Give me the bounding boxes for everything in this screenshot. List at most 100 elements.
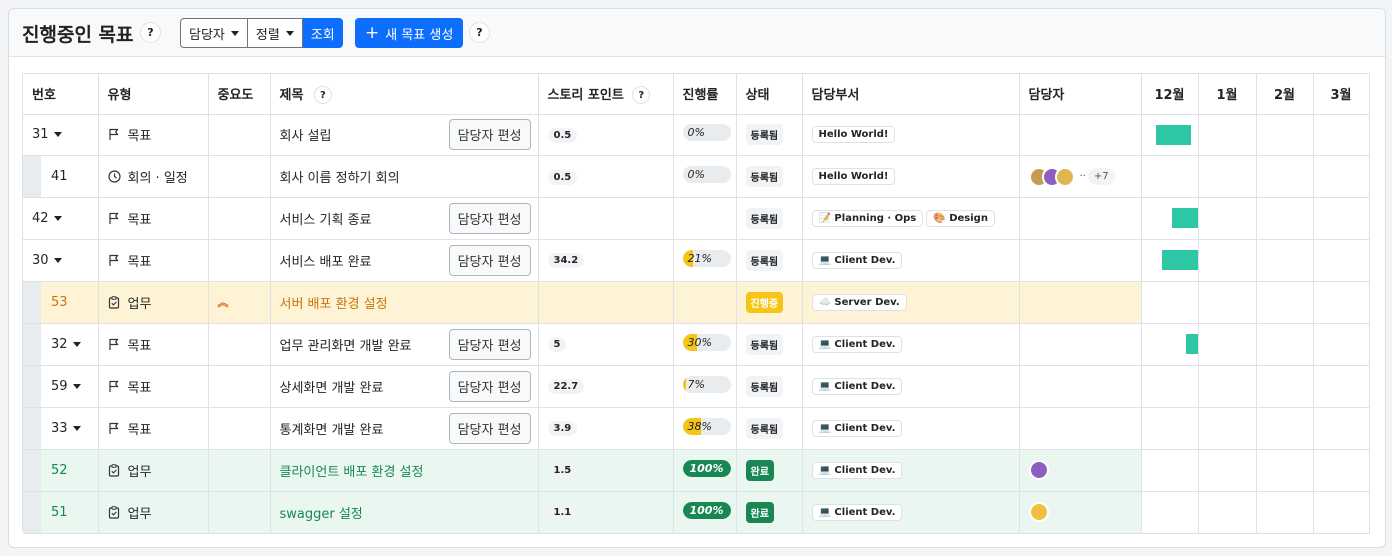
row-assignee-cell[interactable]	[1019, 281, 1142, 324]
row-assignee-cell[interactable]	[1019, 491, 1142, 534]
row-num-cell[interactable]: 52	[23, 449, 99, 492]
col-header-priority[interactable]: 중요도	[208, 74, 271, 115]
gantt-cell	[1198, 491, 1257, 534]
status-badge: 등록됨	[745, 208, 784, 230]
row-title-cell[interactable]: swagger 설정	[270, 491, 539, 534]
row-title-cell[interactable]: 서비스 기획 종료 담당자 편성	[270, 197, 539, 240]
row-title-cell[interactable]: 회사 설립 담당자 편성	[270, 114, 539, 157]
expand-caret-icon[interactable]	[72, 383, 81, 389]
table-row[interactable]: 59 목표 상세화면 개발 완료 담당자 편성 22.7 7% 등록됨 💻 Cli…	[23, 365, 1370, 408]
new-goal-help-icon[interactable]: ?	[469, 22, 490, 43]
gantt-cell	[1256, 365, 1314, 408]
row-priority-cell	[208, 155, 271, 199]
row-title[interactable]: 회사 이름 정하기 회의	[280, 171, 400, 186]
more-assignees-count[interactable]: +7	[1087, 168, 1115, 186]
col-header-month: 1월	[1198, 74, 1257, 115]
col-header-progress[interactable]: 진행률	[673, 74, 737, 115]
sort-dropdown[interactable]: 정렬	[247, 18, 303, 48]
gantt-cell	[1141, 239, 1199, 282]
avatar[interactable]	[1028, 502, 1049, 523]
table-row[interactable]: 41 회의 · 일정 회사 이름 정하기 회의 0.5 0% 등록됨 Hello…	[23, 155, 1370, 199]
row-title-cell[interactable]: 회사 이름 정하기 회의	[270, 155, 539, 199]
dept-chip: 💻 Client Dev.	[811, 335, 903, 353]
table-row[interactable]: 53 업무 ︽ 서버 배포 환경 설정 진행중 ☁️ Server Dev.	[23, 281, 1370, 324]
row-title-cell[interactable]: 업무 관리화면 개발 완료 담당자 편성	[270, 323, 539, 366]
col-header-month: 12월	[1141, 74, 1199, 115]
gantt-bar[interactable]	[1185, 333, 1197, 354]
col-header-title[interactable]: 제목 ?	[270, 74, 539, 115]
search-button[interactable]: 조회	[302, 18, 343, 48]
row-title[interactable]: 서버 배포 환경 설정	[280, 297, 388, 312]
row-num-cell[interactable]: 33	[23, 407, 99, 450]
row-num: 59	[51, 378, 68, 394]
table-row[interactable]: 30 목표 서비스 배포 완료 담당자 편성 34.2 21% 등록됨 💻 Cli…	[23, 239, 1370, 282]
title-col-help-icon[interactable]: ?	[313, 86, 332, 104]
edit-assignee-button[interactable]: 담당자 편성	[448, 328, 531, 360]
expand-caret-icon[interactable]	[53, 216, 62, 222]
table-row[interactable]: 33 목표 통계화면 개발 완료 담당자 편성 3.9 38% 등록됨 💻 Cli…	[23, 407, 1370, 450]
row-title-cell[interactable]: 통계화면 개발 완료 담당자 편성	[270, 407, 539, 450]
row-title[interactable]: 클라이언트 배포 환경 설정	[280, 465, 424, 480]
expand-caret-icon[interactable]	[53, 257, 62, 263]
row-num-cell[interactable]: 53	[23, 281, 99, 324]
col-header-type[interactable]: 유형	[98, 74, 209, 115]
expand-caret-icon[interactable]	[72, 425, 81, 431]
gantt-cell	[1256, 407, 1314, 450]
edit-assignee-button[interactable]: 담당자 편성	[448, 119, 531, 151]
row-assignee-cell[interactable]	[1019, 114, 1142, 157]
table-row[interactable]: 52 업무 클라이언트 배포 환경 설정 1.5 100% 완료 💻 Clien…	[23, 449, 1370, 492]
col-header-num[interactable]: 번호	[23, 74, 99, 115]
assignee-filter-dropdown[interactable]: 담당자	[180, 18, 248, 48]
row-num-cell[interactable]: 51	[23, 491, 99, 534]
avatar[interactable]	[1054, 166, 1075, 187]
row-assignee-cell[interactable]	[1019, 449, 1142, 492]
row-title[interactable]: 상세화면 개발 완료	[280, 377, 384, 396]
expand-caret-icon[interactable]	[72, 341, 81, 347]
row-num-cell[interactable]: 31	[23, 114, 99, 157]
col-header-status[interactable]: 상태	[736, 74, 803, 115]
col-header-assignee[interactable]: 담당자	[1019, 74, 1142, 115]
row-title-cell[interactable]: 상세화면 개발 완료 담당자 편성	[270, 365, 539, 408]
row-num-cell[interactable]: 30	[23, 239, 99, 282]
edit-assignee-button[interactable]: 담당자 편성	[448, 370, 531, 402]
table-row[interactable]: 42 목표 서비스 기획 종료 담당자 편성 등록됨 📝 Planning · O…	[23, 197, 1370, 240]
row-priority-cell	[208, 114, 271, 157]
title-help-icon[interactable]: ?	[140, 22, 161, 43]
gantt-bar[interactable]	[1161, 249, 1197, 270]
row-title[interactable]: swagger 설정	[280, 507, 363, 522]
col-header-dept[interactable]: 담당부서	[802, 74, 1020, 115]
edit-assignee-button[interactable]: 담당자 편성	[448, 412, 531, 444]
table-row[interactable]: 32 목표 업무 관리화면 개발 완료 담당자 편성 5 30% 등록됨 💻 Cl…	[23, 323, 1370, 366]
gantt-bar[interactable]	[1155, 124, 1191, 145]
edit-assignee-button[interactable]: 담당자 편성	[448, 203, 531, 235]
row-type-cell: 업무	[98, 491, 209, 534]
col-header-story-points[interactable]: 스토리 포인트 ?	[538, 74, 674, 115]
row-num-cell[interactable]: 59	[23, 365, 99, 408]
row-title[interactable]: 서비스 배포 완료	[280, 251, 372, 270]
avatar[interactable]	[1028, 460, 1049, 481]
row-assignee-cell[interactable]: ·· +7	[1019, 155, 1142, 199]
expand-caret-icon[interactable]	[53, 132, 62, 138]
row-title-cell[interactable]: 클라이언트 배포 환경 설정	[270, 449, 539, 492]
row-assignee-cell[interactable]	[1019, 407, 1142, 450]
row-title[interactable]: 업무 관리화면 개발 완료	[280, 335, 412, 354]
row-num-cell[interactable]: 32	[23, 323, 99, 366]
row-title-cell[interactable]: 서비스 배포 완료 담당자 편성	[270, 239, 539, 282]
row-num-cell[interactable]: 41	[23, 155, 99, 199]
row-title[interactable]: 서비스 기획 종료	[280, 209, 372, 228]
sp-col-help-icon[interactable]: ?	[632, 86, 651, 104]
row-title[interactable]: 통계화면 개발 완료	[280, 419, 384, 438]
new-goal-button[interactable]: + 새 목표 생성	[355, 18, 464, 48]
row-assignee-cell[interactable]	[1019, 365, 1142, 408]
row-assignee-cell[interactable]	[1019, 197, 1142, 240]
gantt-bar[interactable]	[1171, 208, 1197, 229]
row-title[interactable]: 회사 설립	[280, 125, 332, 144]
row-type: 업무	[127, 506, 152, 522]
row-title-cell[interactable]: 서버 배포 환경 설정	[270, 281, 539, 324]
table-row[interactable]: 51 업무 swagger 설정 1.1 100% 완료 💻 Client De…	[23, 491, 1370, 534]
row-assignee-cell[interactable]	[1019, 239, 1142, 282]
row-assignee-cell[interactable]	[1019, 323, 1142, 366]
edit-assignee-button[interactable]: 담당자 편성	[448, 244, 531, 276]
row-num-cell[interactable]: 42	[23, 197, 99, 240]
table-row[interactable]: 31 목표 회사 설립 담당자 편성 0.5 0% 등록됨 Hello World…	[23, 114, 1370, 157]
